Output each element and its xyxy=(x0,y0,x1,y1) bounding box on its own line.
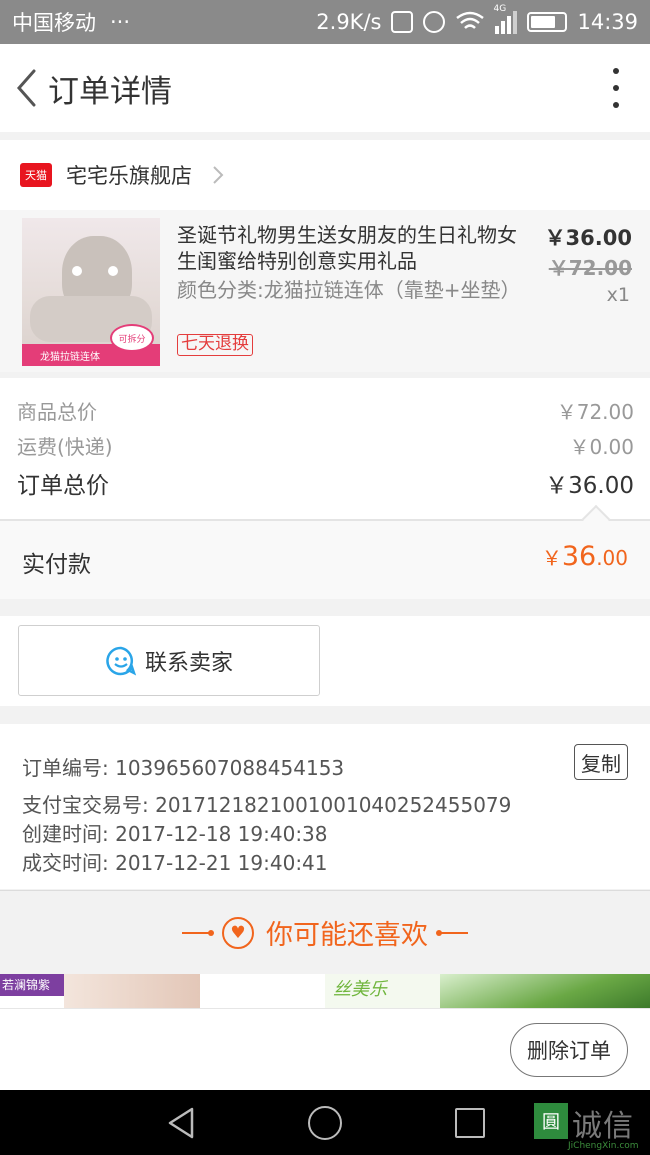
tmall-logo: 天猫 xyxy=(20,163,52,187)
watermark-logo: 圓 xyxy=(534,1103,568,1139)
more-menu-button[interactable] xyxy=(608,68,624,108)
decor-line xyxy=(436,929,468,936)
delete-order-button[interactable]: 删除订单 xyxy=(510,1023,628,1077)
ad-image-1[interactable] xyxy=(64,974,200,1008)
contact-section: 联系卖家 xyxy=(0,616,650,706)
back-button[interactable] xyxy=(4,44,48,132)
recommend-strip[interactable]: 若澜锦紫 丝美乐 xyxy=(0,974,650,1008)
nav-home-icon[interactable] xyxy=(308,1106,342,1140)
product-original-price: ￥72.00 xyxy=(548,256,632,280)
top-bar: 订单详情 xyxy=(0,44,650,132)
contact-seller-button[interactable]: 联系卖家 xyxy=(18,625,320,696)
recommend-title: 你可能还喜欢 xyxy=(266,920,428,951)
wifi-icon xyxy=(456,11,485,29)
goods-total-value: ￥72.00 xyxy=(556,400,634,424)
return-policy-tag: 七天退换 xyxy=(177,334,253,356)
watermark-text: 诚信 xyxy=(572,1109,634,1144)
ad-brand-2: 丝美乐 xyxy=(325,974,440,1008)
order-number: 订单编号: 103965607088454153 xyxy=(22,756,345,780)
status-bar: 中国移动 ··· 2.9K/s 4G 14:39 xyxy=(0,0,650,44)
ad-brand-1: 若澜锦紫 xyxy=(0,974,64,996)
status-dots: ··· xyxy=(110,10,131,34)
paid-integer: 36 xyxy=(561,541,597,572)
product-image[interactable]: 龙猫拉链连体 可拆分 xyxy=(22,218,160,366)
watermark: 圓 诚信 JiChengXin.com xyxy=(532,1103,650,1155)
net-speed: 2.9K/s xyxy=(316,10,382,34)
chevron-right-icon xyxy=(213,166,224,184)
paid-decimal: .00 xyxy=(596,546,628,570)
network-type: 4G xyxy=(493,4,507,14)
paid-row: 实付款 ￥36.00 xyxy=(0,521,650,599)
product-quantity: x1 xyxy=(606,284,630,306)
price-summary: 商品总价 ￥72.00 运费(快递) ￥0.00 订单总价 ￥36.00 xyxy=(0,378,650,520)
recommend-header: ♥ 你可能还喜欢 xyxy=(0,890,650,974)
copy-button[interactable]: 复制 xyxy=(574,744,628,780)
completed-time: 成交时间: 2017-12-21 19:40:41 xyxy=(22,851,328,875)
goods-total-label: 商品总价 xyxy=(17,400,97,424)
order-info: 订单编号: 103965607088454153 支付宝交易号: 2017121… xyxy=(0,724,650,889)
order-total-row: 订单总价 ￥36.00 xyxy=(17,466,634,500)
clock: 14:39 xyxy=(577,10,638,34)
created-time: 创建时间: 2017-12-18 19:40:38 xyxy=(22,822,328,846)
dot xyxy=(613,68,619,74)
page-title: 订单详情 xyxy=(48,73,172,110)
heart-icon: ♥ xyxy=(222,916,254,949)
chevron-left-icon xyxy=(16,69,36,107)
decor-line xyxy=(182,929,214,936)
product-item[interactable]: 龙猫拉链连体 可拆分 圣诞节礼物男生送女朋友的生日礼物女生闺蜜给特别创意实用礼品… xyxy=(0,210,650,372)
shipping-label: 运费(快递) xyxy=(17,435,113,459)
alipay-trade-number: 支付宝交易号: 2017121821001001040252455079 xyxy=(22,793,512,817)
contact-seller-label: 联系卖家 xyxy=(144,650,233,676)
product-price: ￥36.00 xyxy=(544,226,632,250)
order-total-value: ￥36.00 xyxy=(545,473,634,499)
shipping-value: ￥0.00 xyxy=(569,435,634,459)
paid-amount: ￥36.00 xyxy=(542,541,628,572)
dot xyxy=(613,85,619,91)
store-name: 宅宅乐旗舰店 xyxy=(66,164,192,188)
dot xyxy=(613,102,619,108)
order-total-label: 订单总价 xyxy=(17,473,109,499)
watermark-sub: JiChengXin.com xyxy=(568,1141,639,1151)
goods-total-row: 商品总价 ￥72.00 xyxy=(17,396,634,425)
store-row[interactable]: 天猫 宅宅乐旗舰店 xyxy=(0,140,650,210)
vibrate-icon xyxy=(391,11,414,33)
shipping-row: 运费(快递) ￥0.00 xyxy=(17,431,634,460)
chat-smile-icon xyxy=(106,646,137,675)
nav-recents-icon[interactable] xyxy=(455,1108,485,1138)
bottom-action-bar: 删除订单 xyxy=(0,1008,650,1090)
battery-icon xyxy=(527,12,568,32)
ad-image-2[interactable] xyxy=(440,974,650,1008)
product-variant: 颜色分类:龙猫拉链连体（靠垫+坐垫） xyxy=(177,278,521,302)
carrier-label: 中国移动 xyxy=(12,11,96,35)
nav-back-icon[interactable] xyxy=(166,1106,196,1140)
paid-label: 实付款 xyxy=(22,552,91,578)
image-badge: 可拆分 xyxy=(110,324,154,352)
paid-currency: ￥ xyxy=(541,546,562,570)
alarm-icon xyxy=(423,11,446,33)
signal-icon: 4G xyxy=(493,4,518,34)
product-title: 圣诞节礼物男生送女朋友的生日礼物女生闺蜜给特别创意实用礼品 xyxy=(177,223,517,273)
